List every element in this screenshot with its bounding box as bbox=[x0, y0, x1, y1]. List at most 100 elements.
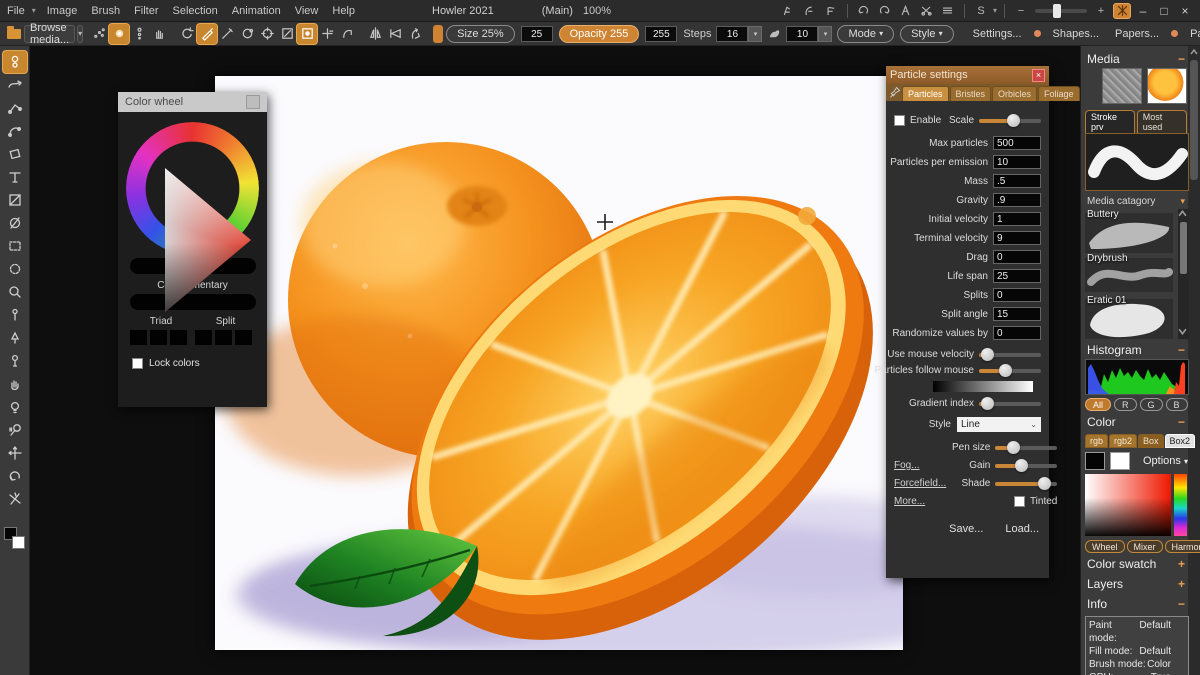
channel-g-button[interactable]: G bbox=[1140, 398, 1163, 411]
gain-slider[interactable] bbox=[995, 464, 1057, 468]
collapse-icon[interactable]: − bbox=[1178, 343, 1185, 357]
tab-rgb[interactable]: rgb bbox=[1085, 434, 1108, 448]
pin-icon[interactable] bbox=[889, 86, 901, 98]
lasso-pen-tool[interactable] bbox=[3, 74, 27, 96]
menu-view[interactable]: View bbox=[288, 5, 326, 17]
shade-slider[interactable] bbox=[995, 482, 1057, 486]
eyedropper-tool[interactable] bbox=[3, 304, 27, 326]
size-value-field[interactable]: 25 bbox=[521, 26, 553, 42]
scatter-dots-icon[interactable] bbox=[89, 24, 109, 44]
terminal-velocity-field[interactable] bbox=[993, 231, 1041, 245]
hand-tool[interactable] bbox=[3, 373, 27, 395]
tab-box2[interactable]: Box2 bbox=[1165, 434, 1196, 448]
size-swatch-icon[interactable] bbox=[433, 25, 443, 43]
tab-particles[interactable]: Particles bbox=[902, 86, 949, 101]
close-icon[interactable] bbox=[246, 95, 260, 109]
list-icon[interactable] bbox=[939, 3, 957, 19]
secondary-color-swatch[interactable] bbox=[12, 536, 25, 549]
menu-brush[interactable]: Brush bbox=[84, 5, 127, 17]
mirror-skew-icon[interactable] bbox=[385, 24, 405, 44]
chevron-down-icon[interactable]: ▾ bbox=[818, 26, 832, 42]
folder-icon[interactable] bbox=[4, 24, 24, 44]
refresh-stroke-icon[interactable] bbox=[177, 24, 197, 44]
particles-follow-mouse-slider[interactable] bbox=[979, 369, 1041, 373]
tab-rgb2[interactable]: rgb2 bbox=[1109, 434, 1137, 448]
brush-item-label[interactable]: Eratic 01 bbox=[1087, 295, 1126, 306]
scroll-up-icon[interactable] bbox=[1188, 46, 1200, 58]
layers-section-header[interactable]: Layers + bbox=[1085, 575, 1189, 593]
record-box-icon[interactable] bbox=[297, 24, 317, 44]
transform-tool[interactable] bbox=[3, 143, 27, 165]
load-button[interactable]: Load... bbox=[1005, 523, 1039, 535]
mirror-horizontal-icon[interactable] bbox=[365, 24, 385, 44]
settings-button[interactable]: Settings... bbox=[973, 28, 1022, 40]
collapse-icon[interactable]: − bbox=[1178, 597, 1185, 611]
secondary-color-swatch[interactable] bbox=[1085, 452, 1105, 470]
lamp-tool[interactable] bbox=[3, 396, 27, 418]
minimize-button[interactable]: – bbox=[1134, 3, 1152, 19]
undo-icon[interactable] bbox=[855, 3, 873, 19]
media-thumb-image[interactable] bbox=[1147, 68, 1187, 104]
target-icon[interactable] bbox=[257, 24, 277, 44]
particle-gradient-bar[interactable] bbox=[933, 381, 1033, 392]
mixer-mode-button[interactable]: Mixer bbox=[1127, 540, 1163, 553]
papers-button[interactable]: Papers... bbox=[1115, 28, 1159, 40]
gradient-index-slider[interactable] bbox=[979, 402, 1041, 406]
media-category-dropdown[interactable]: Media catagory ▾ bbox=[1085, 191, 1189, 209]
zoom-100-tool[interactable] bbox=[3, 419, 27, 441]
airbrush-glow-icon[interactable] bbox=[109, 24, 129, 44]
save-button[interactable]: Save... bbox=[949, 523, 983, 535]
channel-r-button[interactable]: R bbox=[1114, 398, 1137, 411]
text-tool[interactable] bbox=[3, 166, 27, 188]
mirror-rotate-icon[interactable] bbox=[405, 24, 425, 44]
empty-set-tool[interactable] bbox=[3, 212, 27, 234]
chevron-down-icon[interactable]: ▾ bbox=[993, 6, 997, 15]
polyline-tool[interactable] bbox=[3, 97, 27, 119]
zoom-slider[interactable] bbox=[1035, 9, 1087, 13]
particles-per-emission-field[interactable] bbox=[993, 155, 1041, 169]
mode-button[interactable]: Mode ▾ bbox=[837, 25, 894, 43]
pony-brush-icon[interactable] bbox=[764, 24, 784, 44]
restore-button[interactable]: □ bbox=[1155, 3, 1173, 19]
pin-tool[interactable] bbox=[3, 350, 27, 372]
collapse-icon[interactable]: − bbox=[1178, 415, 1185, 429]
saturation-value-picker[interactable] bbox=[1085, 474, 1171, 536]
opacity-value-field[interactable]: 255 bbox=[645, 26, 677, 42]
splits-field[interactable] bbox=[993, 288, 1041, 302]
split-swatches[interactable] bbox=[195, 330, 255, 348]
split-angle-field[interactable] bbox=[993, 307, 1041, 321]
menu-help[interactable]: Help bbox=[325, 5, 362, 17]
primary-secondary-colors[interactable] bbox=[4, 527, 26, 553]
menu-file[interactable]: File bbox=[0, 5, 32, 17]
mass-field[interactable] bbox=[993, 174, 1041, 188]
channel-all-button[interactable]: All bbox=[1085, 398, 1111, 411]
stylus-settings-icon[interactable]: S bbox=[972, 3, 990, 19]
freehand-pencil-icon[interactable] bbox=[197, 24, 217, 44]
browse-media-button[interactable]: Browse media... bbox=[24, 25, 75, 43]
close-button[interactable]: × bbox=[1176, 3, 1194, 19]
menu-animation[interactable]: Animation bbox=[225, 5, 288, 17]
max-particles-field[interactable] bbox=[993, 136, 1041, 150]
workspace-layout-2-icon[interactable] bbox=[801, 3, 819, 19]
media-section-header[interactable]: Media − bbox=[1085, 50, 1189, 68]
workspace-layout-1-icon[interactable] bbox=[780, 3, 798, 19]
channel-b-button[interactable]: B bbox=[1166, 398, 1188, 411]
tab-orbicles[interactable]: Orbicles bbox=[992, 86, 1037, 101]
gravity-field[interactable] bbox=[993, 193, 1041, 207]
menu-selection[interactable]: Selection bbox=[166, 5, 225, 17]
tab-stroke-preview[interactable]: Stroke prv bbox=[1085, 110, 1135, 133]
zoom-out-icon[interactable]: − bbox=[1012, 3, 1030, 19]
register-cross-icon[interactable] bbox=[317, 24, 337, 44]
tab-box[interactable]: Box bbox=[1138, 434, 1164, 448]
particles-button[interactable]: Particles... bbox=[1190, 28, 1200, 40]
drag-field[interactable] bbox=[993, 250, 1041, 264]
enable-checkbox[interactable] bbox=[894, 115, 905, 126]
zoom-in-icon[interactable]: + bbox=[1092, 3, 1110, 19]
triad-swatches[interactable] bbox=[130, 330, 190, 348]
tab-bristles[interactable]: Bristles bbox=[950, 86, 992, 101]
randomize-values-field[interactable] bbox=[993, 326, 1041, 340]
pencil-box-icon[interactable] bbox=[277, 24, 297, 44]
tinted-checkbox[interactable] bbox=[1014, 496, 1025, 507]
sidebar-scrollbar[interactable] bbox=[1188, 46, 1200, 675]
life-span-field[interactable] bbox=[993, 269, 1041, 283]
